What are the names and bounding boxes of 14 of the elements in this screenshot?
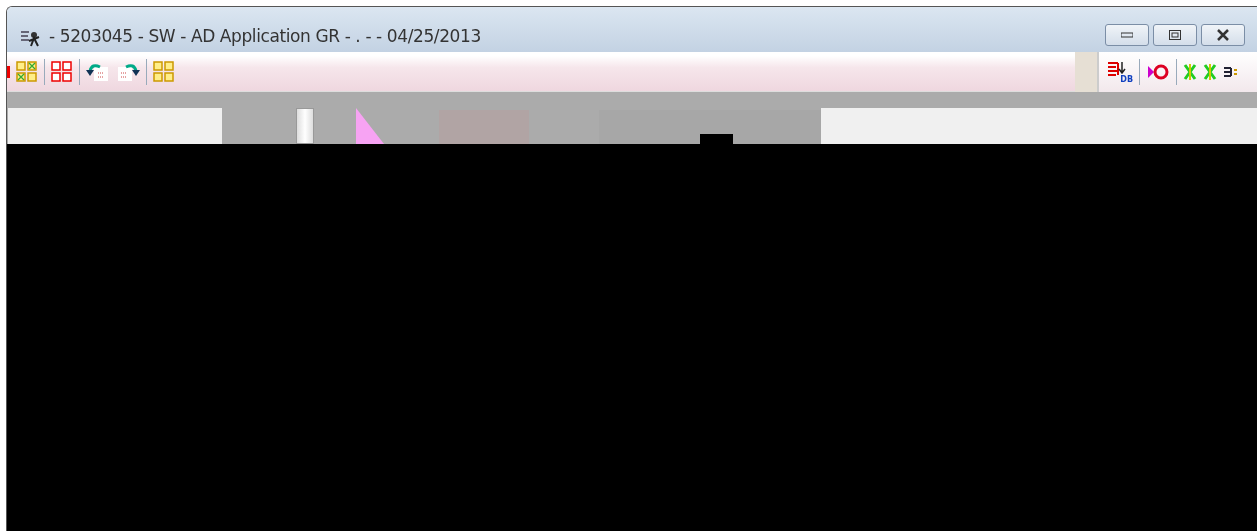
maximize-icon <box>1169 30 1181 40</box>
grid-icon[interactable] <box>16 60 38 83</box>
close-button[interactable] <box>1201 24 1245 46</box>
scroll-thumb[interactable] <box>296 108 314 144</box>
app-icon <box>19 28 41 48</box>
close-icon <box>1216 29 1230 41</box>
maximize-button[interactable] <box>1153 24 1197 46</box>
loop-icon[interactable] <box>1146 63 1170 81</box>
toolbar-edge-icon <box>7 65 10 78</box>
grid-icon[interactable] <box>51 60 73 83</box>
window-title: - 5203045 - SW - AD Application GR - . - - 04/25/2013 <box>49 26 482 48</box>
grid-icon[interactable] <box>153 60 175 83</box>
list-icon[interactable] <box>1223 65 1237 79</box>
minimize-icon <box>1121 32 1133 38</box>
